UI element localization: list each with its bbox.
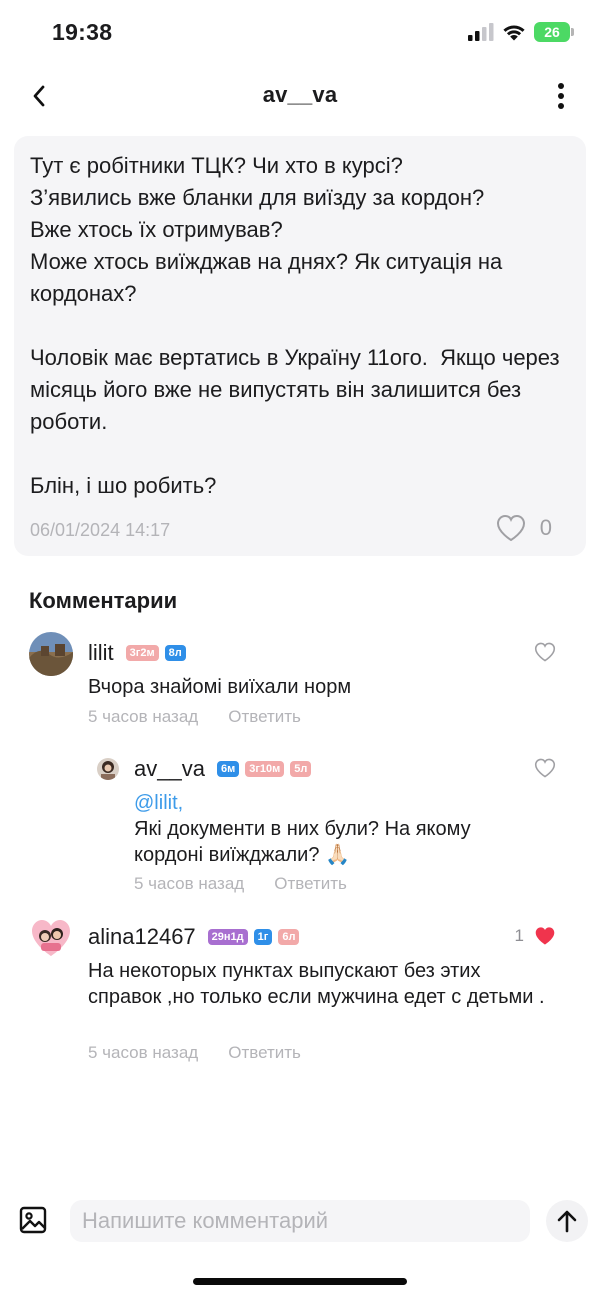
comment-username[interactable]: alina12467 bbox=[88, 924, 196, 950]
post-like-button[interactable]: 0 bbox=[496, 514, 552, 542]
status-bar: 19:38 26 bbox=[0, 0, 600, 66]
heart-outline-icon bbox=[534, 642, 556, 662]
comment-text: Які документи в них були? На якому кордо… bbox=[134, 818, 477, 866]
comments-title: Комментарии bbox=[29, 588, 178, 613]
comment-text: На некоторых пунктах выпускают без этих … bbox=[88, 960, 545, 1008]
comment-meta: 5 часов назад Ответить bbox=[88, 1043, 301, 1063]
comment-composer bbox=[0, 1190, 600, 1250]
comment-time: 5 часов назад bbox=[134, 874, 245, 893]
wifi-icon bbox=[503, 25, 525, 41]
more-vertical-icon bbox=[558, 83, 564, 109]
post-like-count: 0 bbox=[539, 515, 552, 540]
comment-meta: 5 часов назад Ответить bbox=[134, 874, 347, 894]
comment-item: lilit 3г2м 8л Вчора знайомі виїхали норм… bbox=[0, 630, 600, 730]
badge: 1г bbox=[253, 929, 273, 945]
page-title: av__va bbox=[262, 82, 338, 107]
comment-time: 5 часов назад bbox=[88, 707, 199, 726]
comment-username[interactable]: lilit bbox=[88, 640, 114, 666]
battery-icon: 26 bbox=[534, 22, 574, 42]
home-indicator[interactable] bbox=[193, 1278, 407, 1285]
badge: 3г2м bbox=[125, 645, 159, 661]
heart-outline-icon bbox=[496, 514, 525, 542]
avatar[interactable] bbox=[97, 758, 119, 780]
comment-like-button[interactable]: 1 bbox=[515, 926, 556, 946]
comment-reply-item: av__va 6м 3г10м 5л @lilit, Які документи… bbox=[0, 748, 600, 898]
post-text: Тут є робітники ТЦК? Чи хто в курсі? З’я… bbox=[30, 153, 560, 498]
reply-button[interactable]: Ответить bbox=[274, 874, 347, 894]
reply-button[interactable]: Ответить bbox=[228, 1043, 301, 1063]
heart-filled-icon bbox=[535, 927, 555, 945]
badge: 29н1д bbox=[207, 929, 248, 945]
comment-meta: 5 часов назад Ответить bbox=[88, 707, 301, 727]
heart-outline-icon bbox=[534, 758, 556, 778]
comment-like-count: 1 bbox=[514, 926, 524, 945]
badge: 6м bbox=[216, 761, 240, 777]
badge: 5л bbox=[290, 761, 312, 777]
comment-username[interactable]: av__va bbox=[134, 756, 205, 782]
comment-item: alina12467 29н1д 1г 6л 1 На некоторых пу… bbox=[0, 914, 600, 1064]
signal-icon bbox=[468, 23, 494, 41]
post-card: Тут є робітники ТЦК? Чи хто в курсі? З’я… bbox=[14, 136, 586, 556]
image-icon bbox=[19, 1206, 47, 1234]
arrow-up-icon bbox=[557, 1210, 577, 1233]
send-button[interactable] bbox=[546, 1200, 588, 1242]
attach-image-button[interactable] bbox=[18, 1205, 48, 1235]
comment-mention[interactable]: @lilit, bbox=[134, 790, 183, 816]
comment-time: 5 часов назад bbox=[88, 1043, 199, 1062]
more-options-button[interactable] bbox=[546, 80, 576, 112]
status-icons: 26 bbox=[468, 22, 574, 42]
status-time: 19:38 bbox=[52, 19, 113, 45]
reply-button[interactable]: Ответить bbox=[228, 707, 301, 727]
comment-like-button[interactable] bbox=[534, 758, 556, 778]
avatar[interactable] bbox=[29, 916, 73, 960]
post-date: 06/01/2024 14:17 bbox=[30, 520, 171, 540]
badge: 8л bbox=[164, 645, 186, 661]
battery-level: 26 bbox=[544, 24, 560, 40]
badge: 3г10м bbox=[245, 761, 285, 777]
avatar[interactable] bbox=[29, 632, 73, 676]
header: av__va bbox=[0, 66, 600, 126]
badge: 6л bbox=[278, 929, 300, 945]
comment-text: Вчора знайомі виїхали норм bbox=[88, 676, 352, 698]
comment-like-button[interactable] bbox=[534, 642, 556, 662]
comment-input[interactable] bbox=[70, 1200, 530, 1242]
